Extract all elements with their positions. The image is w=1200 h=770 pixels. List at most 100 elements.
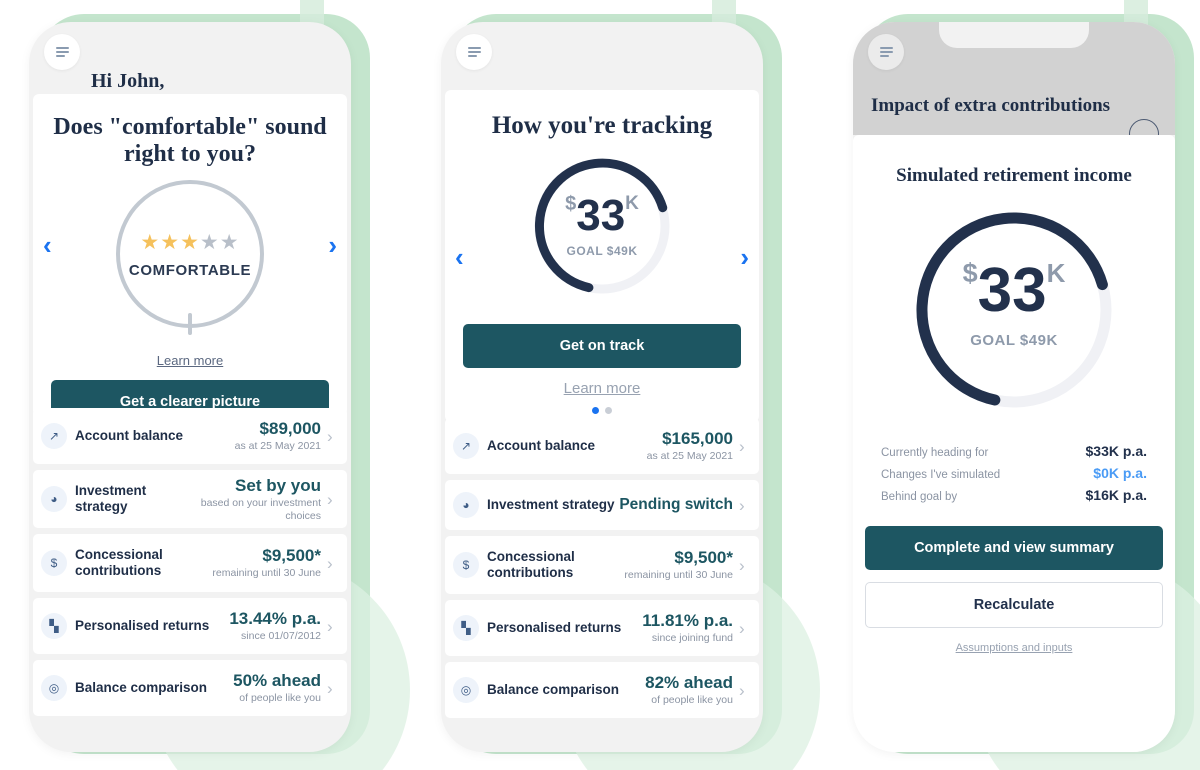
list-item-sub: since 01/07/2012 (241, 630, 321, 643)
star-filled-icon: ★ (160, 230, 181, 254)
currency-symbol: $ (565, 193, 577, 215)
list-item-account-balance[interactable]: ↗ Account balance $89,000 as at 25 May 2… (33, 408, 347, 464)
hamburger-icon[interactable] (868, 34, 904, 70)
phone-screen-1: Hi John, Does "comfortable" sound right … (29, 22, 351, 752)
summary-label: Currently heading for (881, 447, 989, 460)
chevron-right-icon: › (327, 678, 333, 698)
pie-chart-icon: ◕ (453, 492, 479, 518)
list-item-value: Set by you (235, 475, 321, 495)
phone-notch (527, 22, 677, 48)
ring-amount: $33K (526, 194, 678, 238)
list-item-value: $9,500* (674, 548, 733, 568)
hero-card-2: How you're tracking $33K GOAL $49K Get o… (445, 90, 759, 422)
carousel-next-arrow[interactable]: › (328, 232, 337, 258)
list-item-value: $165,000 (662, 429, 733, 449)
line-chart-icon: ↗ (41, 423, 67, 449)
ring-goal-label: GOAL $49K (970, 332, 1058, 350)
star-empty-icon: ★ (199, 230, 220, 254)
carousel-next-arrow[interactable]: › (740, 244, 749, 270)
summary-table: Currently heading for $33K p.a. Changes … (853, 418, 1175, 506)
summary-label: Changes I've simulated (881, 469, 1001, 482)
summary-label: Behind goal by (881, 491, 958, 504)
dollar-icon: $ (453, 552, 479, 578)
dial-label: COMFORTABLE (128, 261, 252, 279)
summary-row: Changes I've simulated $0K p.a. (881, 462, 1147, 484)
section-title: Simulated retirement income (896, 165, 1132, 186)
list-item-investment-strategy[interactable]: ◕ Investment strategy Pending switch › (445, 480, 759, 530)
page-title: How you're tracking (491, 112, 713, 139)
summary-row: Behind goal by $16K p.a. (881, 484, 1147, 506)
chevron-right-icon: › (739, 555, 745, 575)
list-item-investment-strategy[interactable]: ◕ Investment strategy Set by you based o… (33, 470, 347, 528)
phone-notch (939, 22, 1089, 48)
summary-value: $16K p.a. (1085, 487, 1147, 504)
greeting-text: Hi John, (91, 70, 165, 92)
hamburger-icon[interactable] (44, 34, 80, 70)
star-rating: ★★★★★ (120, 232, 260, 253)
currency-symbol: $ (962, 258, 978, 289)
dollar-icon: $ (41, 550, 67, 576)
pie-chart-icon: ◕ (41, 486, 67, 512)
list-item-concessional-contributions[interactable]: $ Concessional contributions $9,500* rem… (33, 534, 347, 592)
chevron-right-icon: › (739, 495, 745, 515)
assumptions-and-inputs-link[interactable]: Assumptions and inputs (956, 642, 1073, 654)
bar-chart-icon: ▚ (453, 615, 479, 641)
tracking-ring-chart: $33K GOAL $49K (526, 150, 678, 302)
list-item-personalised-returns[interactable]: ▚ Personalised returns 13.44% p.a. since… (33, 598, 347, 654)
chevron-right-icon: › (739, 618, 745, 638)
hamburger-icon[interactable] (456, 34, 492, 70)
recalculate-button[interactable]: Recalculate (865, 582, 1163, 629)
list-item-label: Personalised returns (75, 617, 210, 633)
list-item-sub: remaining until 30 June (212, 567, 321, 580)
carousel-dot-active[interactable] (592, 407, 599, 414)
retirement-income-ring-chart: $33K GOAL $49K (906, 202, 1122, 418)
list-item-concessional-contributions[interactable]: $ Concessional contributions $9,500* rem… (445, 536, 759, 594)
star-empty-icon: ★ (219, 230, 240, 254)
ring-center-label: $33K GOAL $49K (526, 194, 678, 259)
chevron-right-icon: › (327, 489, 333, 509)
list-item-label: Investment strategy (75, 482, 147, 514)
learn-more-link[interactable]: Learn more (564, 380, 641, 397)
ring-amount-value: 33 (576, 191, 626, 240)
carousel-dots[interactable] (445, 401, 759, 419)
summary-value: $0K p.a. (1093, 465, 1147, 482)
get-on-track-button[interactable]: Get on track (463, 324, 741, 368)
chevron-right-icon: › (327, 426, 333, 446)
list-item-value: 50% ahead (233, 671, 321, 691)
list-item-value: 11.81% p.a. (642, 611, 733, 631)
list-item-value: 82% ahead (645, 673, 733, 693)
list-item-sub: as at 25 May 2021 (234, 440, 321, 453)
list-item-sub: since joining fund (651, 632, 733, 645)
list-item-label: Investment strategy (487, 496, 615, 512)
star-filled-icon: ★ (180, 230, 200, 254)
chevron-right-icon: › (739, 680, 745, 700)
list-item-balance-comparison[interactable]: ◎ Balance comparison 82% ahead of people… (445, 662, 759, 718)
list-item-value: $9,500* (262, 546, 321, 566)
list-item-value: $89,000 (259, 419, 321, 439)
page-title: Does "comfortable" sound right to you? (53, 114, 327, 167)
carousel-prev-arrow[interactable]: ‹ (43, 232, 52, 258)
content-card-3: Simulated retirement income $33K GOAL $4… (853, 135, 1175, 752)
gauge-icon: ◎ (41, 675, 67, 701)
list-item-label: Concessional contributions (75, 546, 163, 578)
list-item-account-balance[interactable]: ↗ Account balance $165,000 as at 25 May … (445, 418, 759, 474)
chevron-right-icon: › (327, 553, 333, 573)
list-item-label: Balance comparison (487, 681, 620, 697)
list-item-balance-comparison[interactable]: ◎ Balance comparison 50% ahead of people… (33, 660, 347, 716)
bar-chart-icon: ▚ (41, 613, 67, 639)
learn-more-link[interactable]: Learn more (157, 353, 223, 368)
ring-amount-suffix: K (625, 193, 639, 214)
list-item-sub: remaining until 30 June (624, 569, 733, 582)
carousel-dot[interactable] (605, 407, 612, 414)
complete-and-view-summary-button[interactable]: Complete and view summary (865, 526, 1163, 571)
list-item-label: Personalised returns (487, 619, 622, 635)
comfort-dial: ★★★★★ COMFORTABLE (116, 179, 264, 335)
dial-tick-marker (188, 312, 192, 335)
summary-value: $33K p.a. (1085, 443, 1147, 460)
list-item-personalised-returns[interactable]: ▚ Personalised returns 11.81% p.a. since… (445, 600, 759, 656)
carousel-prev-arrow[interactable]: ‹ (455, 244, 464, 270)
list-item-value: Pending switch (619, 496, 733, 514)
list-item-sub: of people like you (239, 692, 321, 705)
ring-amount-suffix: K (1046, 258, 1066, 289)
line-chart-icon: ↗ (453, 433, 479, 459)
